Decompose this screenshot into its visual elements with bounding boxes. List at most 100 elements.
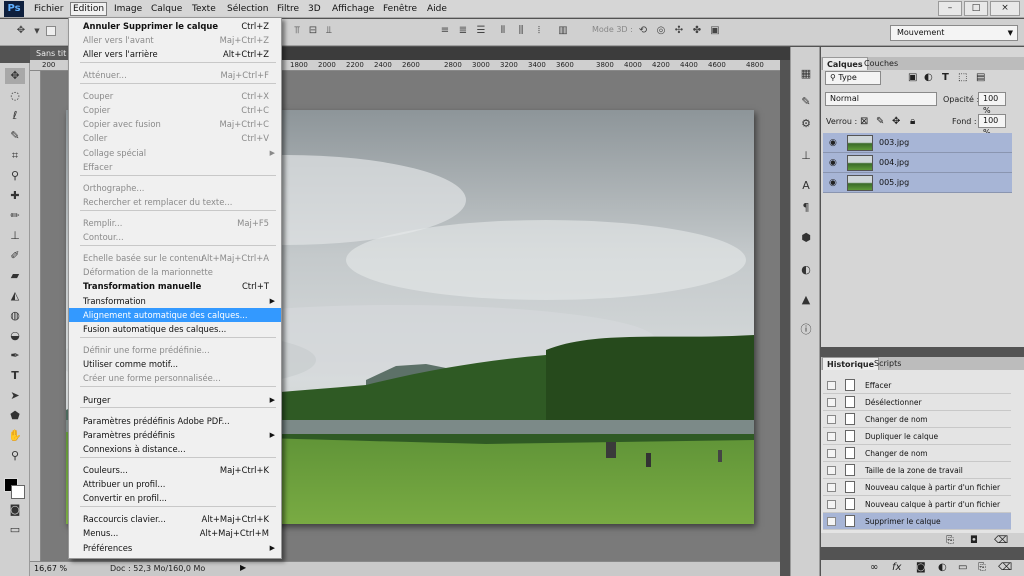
brush-panel-icon[interactable]: ✎ [797, 94, 815, 110]
distribute-bottom-icon[interactable]: ☰ [474, 24, 488, 38]
edit-menu-item[interactable]: Atténuer... Maj+Ctrl+F [69, 68, 281, 82]
history-row[interactable]: Supprimer le calque [823, 513, 1011, 530]
quick-mask-icon[interactable]: ◙ [5, 502, 25, 518]
adjustment-layer-icon[interactable]: ◐ [938, 562, 947, 573]
history-panel-icon[interactable]: ▦ [797, 66, 815, 82]
history-row[interactable]: Désélectionner [823, 394, 1011, 411]
history-row[interactable]: Taille de la zone de travail [823, 462, 1011, 479]
menu-filtre[interactable]: Filtre [275, 2, 301, 16]
zoom-level[interactable]: 16,67 % [34, 564, 67, 573]
edit-menu-item[interactable]: Purger ▶ [69, 393, 281, 407]
edit-menu-item[interactable]: Copier Ctrl+C [69, 103, 281, 117]
background-color-swatch[interactable] [11, 485, 25, 499]
menu-calque[interactable]: Calque [149, 2, 184, 16]
lock-position-icon[interactable]: ✥ [892, 116, 900, 127]
edit-menu-item[interactable]: Orthographe... [69, 181, 281, 195]
distribute-center-icon[interactable]: ⫼ [514, 24, 528, 38]
info-panel-icon[interactable]: ⓘ [797, 322, 815, 338]
document-tab[interactable]: Sans tit [30, 47, 70, 60]
history-brush-source-checkbox[interactable] [827, 415, 836, 424]
3d-panel-icon[interactable]: ⬢ [797, 230, 815, 246]
folder-icon[interactable]: ▭ [958, 562, 967, 573]
trash-icon[interactable]: ⌫ [994, 535, 1008, 546]
blend-mode-select[interactable]: Normal [825, 92, 937, 106]
clone-source-icon[interactable]: ⊥ [797, 148, 815, 164]
path-select-tool-icon[interactable]: ➤ [5, 388, 25, 404]
marquee-tool-icon[interactable]: ◌ [5, 88, 25, 104]
history-brush-source-checkbox[interactable] [827, 466, 836, 475]
edit-menu-item[interactable]: Convertir en profil... [69, 491, 281, 505]
hand-tool-icon[interactable]: ✋ [5, 428, 25, 444]
trash-icon[interactable]: ⌫ [998, 562, 1012, 573]
eye-icon[interactable]: ◉ [829, 158, 837, 168]
history-row[interactable]: Nouveau calque à partir d'un fichier [823, 479, 1011, 496]
layer-row[interactable]: ◉ 005.jpg [823, 173, 1012, 193]
history-brush-source-checkbox[interactable] [827, 483, 836, 492]
layer-row[interactable]: ◉ 004.jpg [823, 153, 1012, 173]
edit-menu-item[interactable]: Créer une forme personnalisée... [69, 371, 281, 385]
eyedropper-tool-icon[interactable]: ⚲ [5, 168, 25, 184]
history-row[interactable]: Dupliquer le calque [823, 428, 1011, 445]
edit-menu-item[interactable]: Menus... Alt+Maj+Ctrl+M [69, 526, 281, 540]
menu-fichier[interactable]: Fichier [32, 2, 65, 16]
histogram-panel-icon[interactable]: ▲ [797, 292, 815, 308]
new-layer-icon[interactable]: ⎘ [978, 562, 986, 573]
edit-menu-item[interactable]: Annuler Supprimer le calque Ctrl+Z [69, 19, 281, 33]
edit-menu-item[interactable]: Paramètres prédéfinis ▶ [69, 428, 281, 442]
edit-menu-item[interactable]: Utiliser comme motif... [69, 357, 281, 371]
menu-fenetre[interactable]: Fenêtre [381, 2, 419, 16]
maximize-button[interactable]: □ [964, 1, 988, 16]
dodge-tool-icon[interactable]: ◒ [5, 328, 25, 344]
eraser-tool-icon[interactable]: ▰ [5, 268, 25, 284]
filter-smart-object-icon[interactable]: ▤ [976, 72, 985, 83]
eye-icon[interactable]: ◉ [829, 138, 837, 148]
edit-menu-item[interactable]: Aller vers l'avant Maj+Ctrl+Z [69, 33, 281, 47]
edit-menu-item[interactable]: Connexions à distance... [69, 442, 281, 456]
properties-panel-icon[interactable]: ◐ [797, 262, 815, 278]
edit-menu-item[interactable]: Paramètres prédéfinis Adobe PDF... [69, 414, 281, 428]
edit-menu-item[interactable]: Définir une forme prédéfinie... [69, 343, 281, 357]
paint-bucket-tool-icon[interactable]: ◭ [5, 288, 25, 304]
edit-menu-item[interactable]: Remplir... Maj+F5 [69, 216, 281, 230]
minimize-button[interactable]: – [938, 1, 962, 16]
edit-menu-item[interactable]: Collage spécial ▶ [69, 146, 281, 160]
paragraph-panel-icon[interactable]: ¶ [797, 200, 815, 216]
edit-menu-item[interactable]: Coller Ctrl+V [69, 131, 281, 145]
edit-menu-item[interactable]: Attribuer un profil... [69, 477, 281, 491]
slide-3d-icon[interactable]: ✤ [690, 24, 704, 38]
layer-filter-select[interactable]: ⚲ Type [825, 71, 881, 85]
menu-image[interactable]: Image [112, 2, 144, 16]
filter-shape-icon[interactable]: ⬚ [958, 72, 967, 83]
lasso-tool-icon[interactable]: ℓ [5, 108, 25, 124]
roll-3d-icon[interactable]: ◎ [654, 24, 668, 38]
link-icon[interactable]: ∞ [870, 562, 878, 573]
character-panel-icon[interactable]: A [797, 178, 815, 194]
pen-tool-icon[interactable]: ✒ [5, 348, 25, 364]
history-brush-source-checkbox[interactable] [827, 381, 836, 390]
move-tool-preset-icon[interactable]: ✥ [14, 24, 28, 38]
move-tool-icon[interactable]: ✥ [5, 68, 25, 84]
history-brush-source-checkbox[interactable] [827, 398, 836, 407]
pan-3d-icon[interactable]: ✣ [672, 24, 686, 38]
shape-tool-icon[interactable]: ⬟ [5, 408, 25, 424]
chevron-down-icon[interactable]: ▼ [30, 24, 44, 38]
adjustments-panel-icon[interactable]: ⚙ [797, 116, 815, 132]
edit-menu-item[interactable]: Rechercher et remplacer du texte... [69, 195, 281, 209]
menu-selection[interactable]: Sélection [225, 2, 270, 16]
history-row[interactable]: Effacer [823, 377, 1011, 394]
edit-menu-item[interactable]: Raccourcis clavier... Alt+Maj+Ctrl+K [69, 512, 281, 526]
screen-mode-icon[interactable]: ▭ [5, 522, 25, 538]
edit-menu-item[interactable]: Effacer [69, 160, 281, 174]
auto-select-checkbox[interactable] [46, 26, 56, 36]
blur-tool-icon[interactable]: ◍ [5, 308, 25, 324]
fx-icon[interactable]: fx [892, 562, 901, 573]
healing-brush-tool-icon[interactable]: ✚ [5, 188, 25, 204]
quick-select-tool-icon[interactable]: ✎ [5, 128, 25, 144]
lock-pixels-icon[interactable]: ✎ [876, 116, 884, 127]
align-bottom-icon[interactable]: ⫫ [322, 24, 336, 38]
tab-couches[interactable]: Couches [860, 57, 902, 70]
opacity-input[interactable]: 100 % [978, 92, 1006, 115]
distribute-top-icon[interactable]: ≡ [438, 24, 452, 38]
workspace-select[interactable]: Mouvement ▼ [890, 25, 1018, 41]
layer-row[interactable]: ◉ 003.jpg [823, 133, 1012, 153]
